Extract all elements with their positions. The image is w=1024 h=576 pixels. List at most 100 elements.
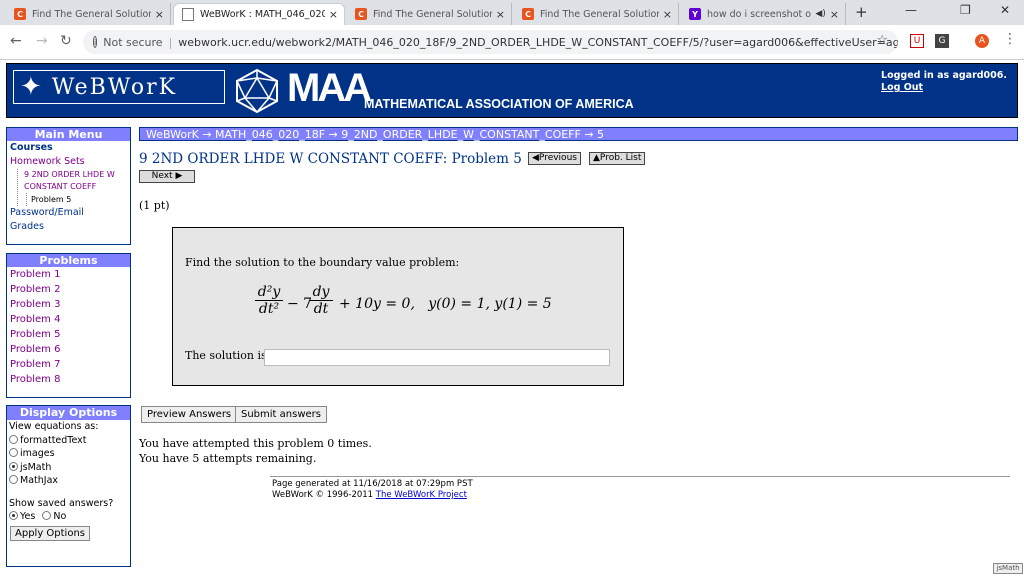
browser-tab-bar: C Find The General Solution × WeBWorK : …	[0, 0, 1024, 25]
browser-tab-5[interactable]: Y how do i screenshot on ◀︎) ×	[681, 3, 846, 25]
problem-link[interactable]: Problem 8	[7, 372, 130, 387]
option-images[interactable]: images	[7, 447, 130, 461]
login-status: Logged in as agard006. Log Out	[881, 70, 1007, 94]
forward-icon[interactable]: →	[36, 33, 48, 49]
browser-tab-3[interactable]: C Find The General Solution ×	[347, 3, 512, 25]
problem-link[interactable]: Problem 1	[7, 267, 130, 282]
breadcrumb[interactable]: WeBWorK → MATH_046_020_18F → 9_2ND_ORDER…	[139, 127, 1018, 141]
second-derivative-fraction: d²y dt²	[255, 284, 283, 317]
option-label: MathJax	[20, 475, 59, 486]
view-equations-label: View equations as:	[9, 421, 99, 432]
prob-list-label: Prob. List	[599, 153, 642, 163]
saved-answers-choice: Yes No	[7, 510, 130, 524]
page-footer: Page generated at 11/16/2018 at 07:29pm …	[270, 476, 1010, 501]
problem-link[interactable]: Problem 7	[7, 357, 130, 372]
chegg-icon: C	[355, 8, 367, 20]
frac-denominator: dt²	[258, 301, 280, 317]
extension-icon-u[interactable]: U	[910, 34, 924, 48]
next-button[interactable]: Next ▶	[139, 170, 195, 183]
security-label: Not secure	[103, 35, 163, 49]
star-logo-icon: ✦	[20, 72, 44, 102]
tab-title: how do i screenshot on	[707, 8, 812, 20]
courses-link[interactable]: Courses	[7, 141, 130, 155]
problem-link[interactable]: Problem 6	[7, 342, 130, 357]
radio-button[interactable]	[9, 434, 18, 444]
new-tab-button[interactable]: +	[855, 3, 868, 21]
radio-button-selected[interactable]	[9, 461, 18, 471]
info-icon[interactable]: i	[93, 36, 98, 48]
frac-numerator: dy	[309, 284, 333, 301]
logged-in-label: Logged in as agard006.	[881, 70, 1007, 81]
prob-list-button[interactable]: ▲Prob. List	[589, 152, 646, 165]
menu-dots-icon[interactable]: ⋮	[1003, 31, 1017, 47]
restore-icon[interactable]: ❐	[960, 3, 971, 17]
first-derivative-fraction: dy dt	[309, 284, 333, 317]
option-label: jsMath	[20, 461, 52, 473]
close-icon[interactable]: ×	[830, 8, 839, 21]
profile-avatar[interactable]: A	[975, 34, 989, 48]
browser-tab-4[interactable]: C Find The General Solution ×	[514, 3, 679, 25]
bookmark-star-icon[interactable]: ☆	[876, 33, 888, 48]
separator: |	[168, 35, 173, 49]
browser-tab-1[interactable]: C Find The General Solution ×	[6, 3, 171, 25]
webwork-masthead: ✦ WeBWorK MAA MATHEMATICAL ASSOCIATION O…	[6, 63, 1018, 118]
reload-icon[interactable]: ↻	[60, 33, 72, 49]
back-icon[interactable]: ←	[10, 33, 22, 49]
jsmath-badge[interactable]: jsMath	[993, 563, 1023, 574]
radio-yes[interactable]	[9, 511, 18, 520]
speaker-icon[interactable]: ◀︎)	[815, 9, 825, 19]
previous-label: Previous	[538, 153, 577, 163]
close-icon[interactable]: ×	[329, 8, 338, 21]
radio-button[interactable]	[9, 448, 18, 457]
homework-sets-link[interactable]: Homework Sets	[7, 155, 130, 169]
browser-tab-2[interactable]: WeBWorK : MATH_046_020 ×	[173, 3, 345, 25]
problem-link[interactable]: Problem 5	[7, 327, 130, 342]
attempts-remaining: You have 5 attempts remaining.	[139, 452, 317, 465]
password-email-link[interactable]: Password/Email	[7, 206, 130, 220]
radio-no[interactable]	[42, 511, 52, 520]
radio-button[interactable]	[9, 475, 18, 484]
close-icon[interactable]: ×	[663, 8, 672, 21]
close-icon[interactable]: ×	[496, 8, 505, 21]
main-menu-title: Main Menu	[7, 128, 130, 141]
eq-tail: + 10y = 0, y(0) = 1, y(1) = 5	[339, 296, 552, 312]
problem-link[interactable]: Problem 3	[7, 297, 130, 312]
minimize-icon[interactable]: —	[905, 3, 917, 17]
current-problem-label: Problem 5	[31, 195, 72, 204]
submit-answers-button[interactable]: Submit answers	[235, 406, 327, 423]
extension-icon-g[interactable]: G	[935, 34, 949, 48]
solution-input[interactable]	[264, 349, 610, 366]
option-mathjax[interactable]: MathJax	[7, 474, 130, 488]
current-set-link-line1[interactable]: 9 2ND ORDER LHDE W	[18, 169, 130, 181]
preview-answers-button[interactable]: Preview Answers	[141, 406, 238, 423]
option-label: formattedText	[20, 434, 87, 446]
tab-title: Find The General Solution	[373, 8, 492, 20]
problem-prompt: Find the solution to the boundary value …	[185, 256, 460, 269]
webwork-logo[interactable]: ✦ WeBWorK	[13, 70, 225, 104]
address-bar[interactable]: i Not secure | webwork.ucr.edu/webwork2/…	[83, 30, 898, 54]
browser-toolbar: ← → ↻ i Not secure | webwork.ucr.edu/web…	[0, 25, 1024, 60]
triangle-up-icon: ▲	[593, 153, 600, 163]
maa-subtitle: MATHEMATICAL ASSOCIATION OF AMERICA	[364, 97, 634, 111]
logout-link[interactable]: Log Out	[881, 82, 923, 93]
problem-link[interactable]: Problem 2	[7, 282, 130, 297]
grades-link[interactable]: Grades	[7, 220, 130, 234]
solution-label: The solution is	[185, 349, 267, 362]
next-label: Next	[151, 171, 173, 181]
problem-link[interactable]: Problem 4	[7, 312, 130, 327]
close-icon[interactable]: ×	[155, 8, 164, 21]
attempts-info: You have attempted this problem 0 times.…	[139, 436, 372, 466]
apply-options-button[interactable]: Apply Options	[10, 525, 90, 541]
tab-title: Find The General Solution	[32, 8, 151, 20]
triangle-left-icon: ◀	[532, 153, 539, 163]
previous-button[interactable]: ◀Previous	[528, 152, 581, 165]
option-jsmath[interactable]: jsMath	[7, 461, 130, 475]
webwork-project-link[interactable]: The WeBWorK Project	[376, 490, 467, 500]
window-close-icon[interactable]: ✕	[1000, 3, 1010, 17]
show-saved-answers-label: Show saved answers?	[9, 497, 114, 509]
current-set-link-line2[interactable]: CONSTANT COEFF	[18, 181, 130, 193]
points-label: (1 pt)	[139, 199, 170, 212]
option-formatted-text[interactable]: formattedText	[7, 434, 130, 448]
main-menu: Main Menu Courses Homework Sets 9 2ND OR…	[6, 127, 131, 245]
tab-title: Find The General Solution	[540, 8, 659, 20]
